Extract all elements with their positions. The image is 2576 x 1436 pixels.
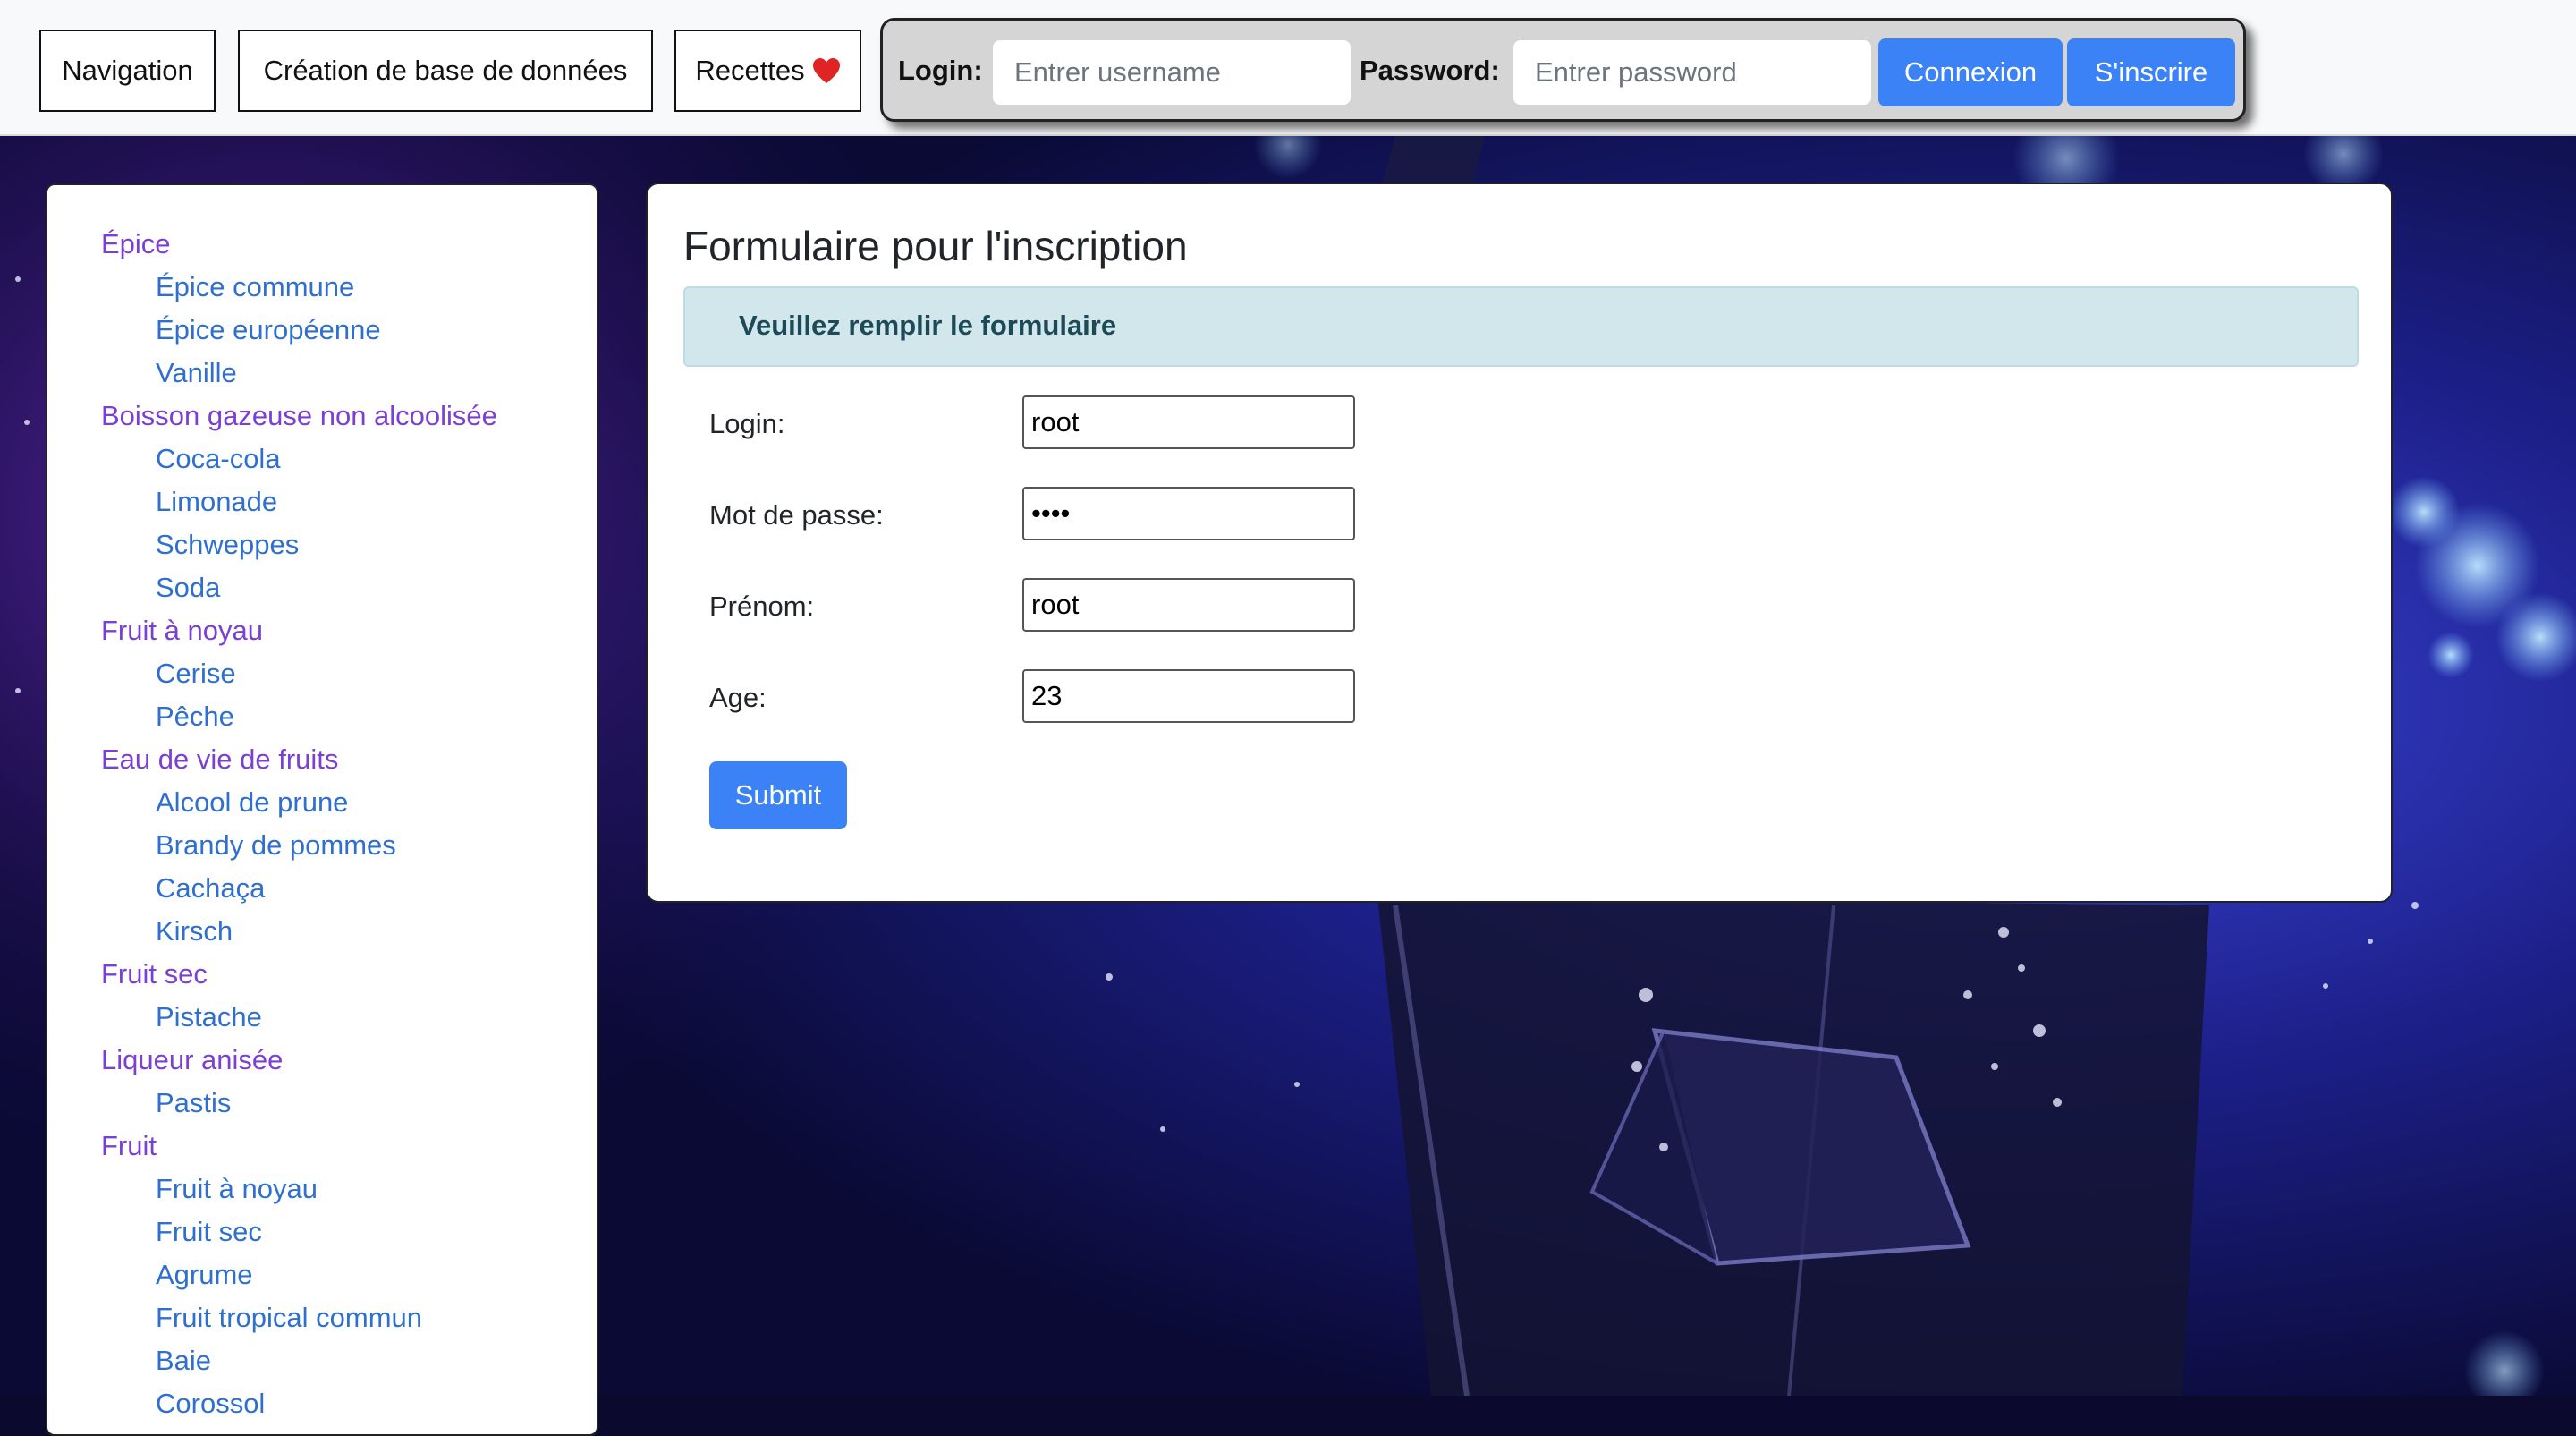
sidebar-subcategory-link[interactable]: Coca-cola: [47, 438, 597, 480]
sidebar-subcategory-link[interactable]: Kirsch: [47, 910, 597, 953]
login-button[interactable]: Connexion: [1878, 38, 2063, 106]
signup-button[interactable]: S'inscrire: [2067, 38, 2235, 106]
form-password-input[interactable]: [1022, 487, 1355, 540]
password-label: Password:: [1360, 55, 1500, 86]
login-label: Login:: [898, 55, 983, 86]
sidebar-subcategory-link[interactable]: Épice européenne: [47, 309, 597, 352]
login-panel: Login: Password: Connexion S'inscrire: [880, 18, 2246, 122]
sidebar-subcategory-link[interactable]: Fruit sec: [47, 1211, 597, 1253]
sidebar-category-link[interactable]: Fruit à noyau: [47, 609, 597, 652]
database-creation-button[interactable]: Création de base de données: [238, 30, 653, 112]
heart-icon: [812, 58, 840, 83]
sidebar-subcategory-link[interactable]: Vanille: [47, 352, 597, 395]
form-password-label: Mot de passe:: [709, 499, 884, 531]
sidebar-subcategory-link[interactable]: Cerise: [47, 652, 597, 695]
signup-form-card: Formulaire pour l'inscription Veuillez r…: [646, 183, 2393, 903]
navigation-button[interactable]: Navigation: [39, 30, 216, 112]
sidebar-subcategory-link[interactable]: Fruit tropical commun: [47, 1296, 597, 1339]
top-navbar: Navigation Création de base de données R…: [0, 0, 2576, 136]
form-login-label: Login:: [709, 408, 785, 439]
sidebar-subcategory-link[interactable]: Pastis: [47, 1082, 597, 1125]
sidebar-subcategory-link[interactable]: Agrume: [47, 1253, 597, 1296]
sidebar-category-link[interactable]: Boisson gazeuse non alcoolisée: [47, 395, 597, 438]
page-title: Formulaire pour l'inscription: [683, 223, 1188, 269]
submit-button[interactable]: Submit: [709, 761, 847, 829]
recipes-button[interactable]: Recettes: [674, 30, 861, 112]
sidebar-category-link[interactable]: Eau de vie de fruits: [47, 738, 597, 781]
sidebar-subcategory-link[interactable]: Cachaça: [47, 867, 597, 910]
recipes-label: Recettes: [695, 55, 805, 86]
category-sidebar: Épice Épice commune Épice européenne Vanill…: [46, 183, 598, 1436]
sidebar-subcategory-link[interactable]: Épice commune: [47, 266, 597, 309]
sidebar-category-link[interactable]: Liqueur anisée: [47, 1039, 597, 1082]
form-age-label: Age:: [709, 682, 767, 713]
sidebar-subcategory-link[interactable]: Soda: [47, 566, 597, 609]
sidebar-subcategory-link[interactable]: Limonade: [47, 480, 597, 523]
info-alert: Veuillez remplir le formulaire: [683, 286, 2359, 367]
sidebar-subcategory-link[interactable]: Pêche: [47, 695, 597, 738]
sidebar-subcategory-link[interactable]: Baie: [47, 1339, 597, 1382]
sidebar-subcategory-link[interactable]: Pistache: [47, 996, 597, 1039]
sidebar-subcategory-link[interactable]: Fruit à noyau: [47, 1168, 597, 1211]
sidebar-category-link[interactable]: Épice: [47, 223, 597, 266]
form-login-input[interactable]: [1022, 395, 1355, 449]
sidebar-subcategory-link[interactable]: Brandy de pommes: [47, 824, 597, 867]
sidebar-subcategory-link[interactable]: Alcool de prune: [47, 781, 597, 824]
sidebar-subcategory-link[interactable]: Corossol: [47, 1382, 597, 1425]
sidebar-category-link[interactable]: Fruit sec: [47, 953, 597, 996]
username-input[interactable]: [993, 40, 1351, 105]
form-age-input[interactable]: [1022, 669, 1355, 723]
sidebar-subcategory-link[interactable]: Schweppes: [47, 523, 597, 566]
password-input[interactable]: [1513, 40, 1871, 105]
form-firstname-label: Prénom:: [709, 591, 815, 622]
sidebar-category-link[interactable]: Fruit: [47, 1125, 597, 1168]
form-firstname-input[interactable]: [1022, 578, 1355, 632]
